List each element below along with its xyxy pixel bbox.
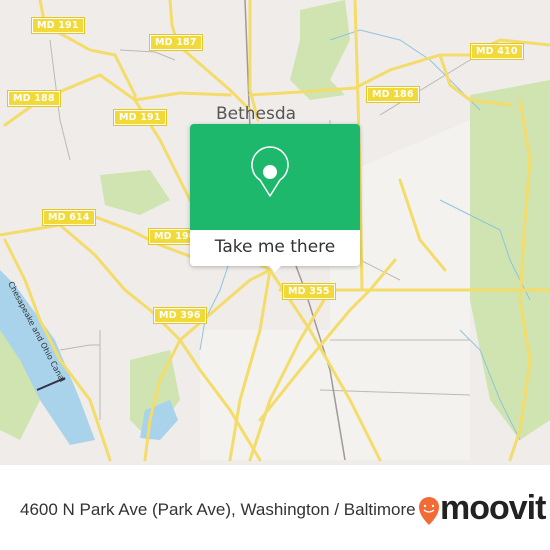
route-shield-md410: MD 410	[470, 43, 524, 60]
moovit-logo[interactable]: moovit	[440, 489, 546, 528]
route-shield-md186: MD 186	[366, 86, 420, 103]
address-text: 4600 N Park Ave (Park Ave), Washington /…	[20, 500, 416, 519]
route-shield-md614: MD 614	[42, 209, 96, 226]
popup-header	[190, 124, 360, 230]
popup-pointer	[267, 264, 283, 272]
take-me-there-button[interactable]: Take me there	[190, 230, 360, 266]
footer-bar: 4600 N Park Ave (Park Ave), Washington /…	[0, 465, 550, 550]
map-pin-icon	[251, 146, 289, 197]
route-shield-md396: MD 396	[153, 307, 207, 324]
moovit-pin-icon	[419, 497, 439, 525]
route-shield-md191: MD 191	[31, 17, 85, 34]
route-shield-md188: MD 188	[7, 90, 61, 107]
route-shield-md191-2: MD 191	[113, 109, 167, 126]
route-shield-md187: MD 187	[149, 34, 203, 51]
take-me-there-popup[interactable]: Take me there	[190, 124, 360, 272]
route-shield-md355: MD 355	[282, 283, 336, 300]
place-label-bethesda: Bethesda	[216, 104, 297, 124]
